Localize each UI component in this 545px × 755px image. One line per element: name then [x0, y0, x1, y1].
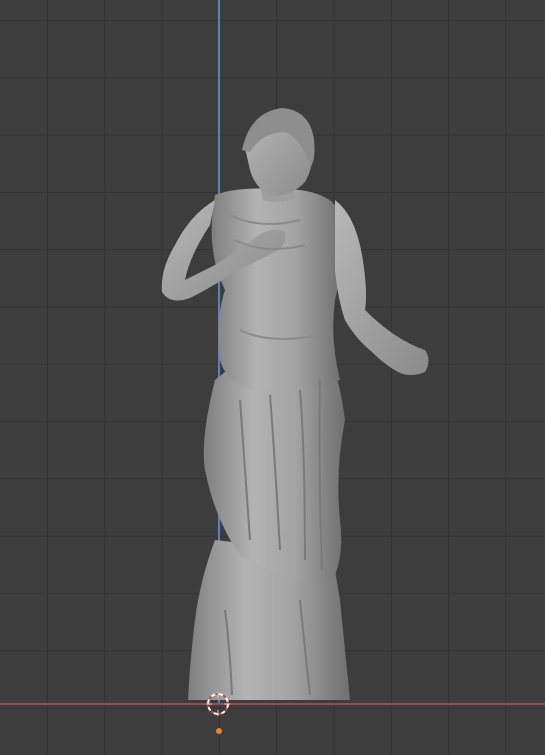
right-arm: [335, 200, 429, 375]
3d-viewport[interactable]: [0, 0, 545, 755]
object-origin-dot[interactable]: [216, 728, 222, 734]
statue-mesh[interactable]: [0, 0, 545, 755]
3d-cursor-icon[interactable]: [206, 692, 230, 716]
torso: [211, 188, 342, 392]
x-axis-line: [0, 703, 545, 705]
